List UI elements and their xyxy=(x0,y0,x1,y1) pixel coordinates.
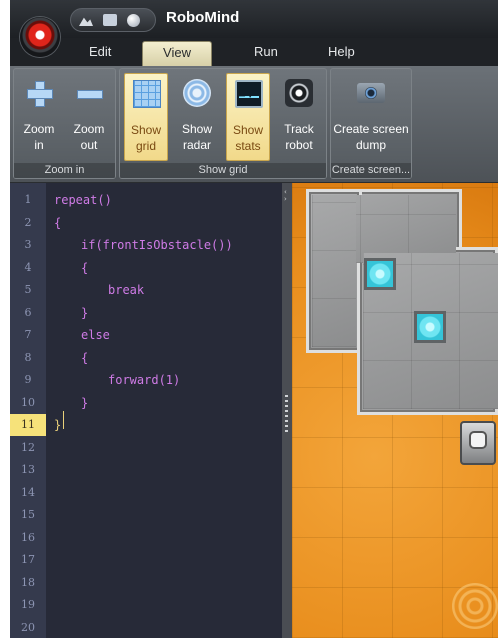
zoom-out-button[interactable]: Zoom out xyxy=(67,73,111,161)
app-menu-orb-icon[interactable] xyxy=(20,17,60,57)
show-grid-button[interactable]: Show grid xyxy=(124,73,168,161)
wall-surface xyxy=(312,195,356,347)
line-number: 9 xyxy=(24,373,32,386)
show-radar-label: Show radar xyxy=(181,122,213,152)
track-robot-label: Track robot xyxy=(284,122,314,152)
zoom-group: Zoom in Zoom out Zoom in xyxy=(13,68,116,179)
line-number: 1 xyxy=(24,193,32,206)
line-number-gutter: 1 2 3 4 5 6 7 8 9 10 11 12 13 14 15 16 17 18 19 20 xyxy=(10,183,46,638)
line-number: 11 xyxy=(10,414,46,436)
screen-group-caption: Create screen... xyxy=(331,163,411,178)
camera-icon xyxy=(357,83,385,103)
zoom-out-label: Zoom out xyxy=(73,122,105,152)
code-line[interactable]: { xyxy=(81,347,88,369)
line-number: 20 xyxy=(21,620,35,634)
show-radar-button[interactable]: Show radar xyxy=(175,73,219,161)
zoom-group-caption: Zoom in xyxy=(14,163,115,178)
code-line[interactable]: break xyxy=(108,279,144,301)
radar-icon xyxy=(183,79,211,107)
create-screen-dump-label: Create screen dump xyxy=(333,122,409,152)
zoom-in-plus-icon xyxy=(25,79,53,107)
line-number: 7 xyxy=(24,328,32,341)
code-editor[interactable]: 1 2 3 4 5 6 7 8 9 10 11 12 13 14 15 16 17 18 19 20 repeat()… xyxy=(10,183,282,638)
code-line[interactable]: { xyxy=(81,257,88,279)
show-group-caption: Show grid xyxy=(120,163,326,178)
show-grid-label: Show grid xyxy=(130,123,162,153)
track-robot-icon xyxy=(285,79,313,107)
line-number: 16 xyxy=(21,530,35,544)
robot-world-view[interactable] xyxy=(292,183,498,638)
beacon-tile xyxy=(364,258,396,290)
code-line[interactable]: } xyxy=(54,414,61,436)
line-number: 6 xyxy=(24,305,32,319)
line-number: 8 xyxy=(24,350,32,364)
tab-view[interactable]: View xyxy=(142,41,212,66)
quick-access-toolbar xyxy=(70,8,156,32)
code-line[interactable]: if(frontIsObstacle()) xyxy=(81,234,233,256)
line-number: 10 xyxy=(21,395,35,409)
image-icon[interactable] xyxy=(79,17,93,26)
line-number: 5 xyxy=(24,283,32,296)
app-title: RoboMind xyxy=(166,9,240,26)
tab-help[interactable]: Help xyxy=(328,44,355,59)
line-number: 12 xyxy=(21,440,35,454)
zoom-in-button[interactable]: Zoom in xyxy=(17,73,61,161)
pane-splitter[interactable]: ‹ › xyxy=(282,183,292,638)
code-line[interactable]: forward(1) xyxy=(108,369,180,391)
code-line[interactable]: } xyxy=(81,392,88,414)
track-robot-button[interactable]: Track robot xyxy=(277,73,321,161)
tab-run[interactable]: Run xyxy=(254,44,278,59)
title-bar: RoboMind xyxy=(10,0,498,38)
splitter-grip-icon[interactable] xyxy=(285,395,288,435)
zoom-in-label: Zoom in xyxy=(23,122,55,152)
line-number: 3 xyxy=(24,238,32,251)
show-stats-button[interactable]: Show stats xyxy=(226,73,270,161)
target-ring-icon xyxy=(452,583,498,629)
line-number: 15 xyxy=(21,508,35,521)
robot-icon xyxy=(460,421,496,465)
code-line[interactable]: } xyxy=(81,302,88,324)
ribbon: Zoom in Zoom out Zoom in Show grid Show rada… xyxy=(10,66,498,183)
show-stats-label: Show stats xyxy=(232,123,264,153)
save-icon[interactable] xyxy=(103,14,117,26)
line-number: 17 xyxy=(21,553,35,566)
globe-icon[interactable] xyxy=(127,14,140,27)
line-number: 14 xyxy=(21,485,35,499)
zoom-out-minus-icon xyxy=(75,79,103,107)
beacon-tile xyxy=(414,311,446,343)
grid-icon xyxy=(133,80,161,108)
ribbon-empty-area xyxy=(415,68,498,179)
line-number: 18 xyxy=(21,575,35,589)
line-number: 4 xyxy=(24,260,32,274)
code-line[interactable]: repeat() xyxy=(54,189,112,211)
screen-dump-group: Create screen dump Create screen... xyxy=(330,68,412,179)
show-group: Show grid Show radar Show stats Track robot … xyxy=(119,68,327,179)
tab-edit[interactable]: Edit xyxy=(89,44,111,59)
stats-monitor-icon xyxy=(235,80,263,108)
code-line[interactable]: else xyxy=(81,324,110,346)
ribbon-tabs: Edit View Run Help xyxy=(10,38,498,66)
code-line[interactable]: { xyxy=(54,212,61,234)
collapse-arrows-icon[interactable]: ‹ › xyxy=(284,189,287,203)
line-number: 2 xyxy=(24,215,32,229)
text-caret xyxy=(63,411,64,429)
line-number: 19 xyxy=(21,598,35,611)
line-number: 13 xyxy=(21,463,35,476)
create-screen-dump-button[interactable]: Create screen dump xyxy=(333,73,409,161)
